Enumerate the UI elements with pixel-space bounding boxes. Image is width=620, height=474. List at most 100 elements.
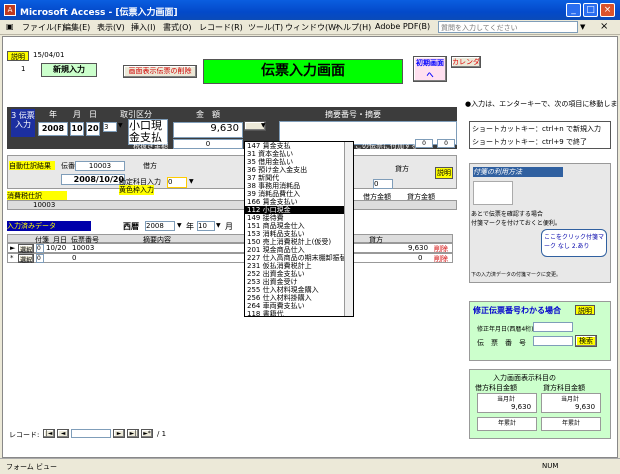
dropdown-item[interactable]: 252 出資金支払い bbox=[245, 270, 353, 278]
dropdown-item[interactable]: 151 商品現金仕入 bbox=[245, 222, 353, 230]
dropdown-item[interactable]: 201 現金商品仕入 bbox=[245, 246, 353, 254]
init-screen-button[interactable]: 初期画面へ bbox=[413, 56, 447, 82]
credit-code-input[interactable]: 0 bbox=[373, 179, 393, 189]
table-row[interactable]: ► 選択 0 10/20 10003 9,630 削除 bbox=[7, 243, 453, 254]
entered-month-select[interactable]: 10 bbox=[197, 221, 215, 231]
month-input[interactable]: 10 bbox=[70, 122, 84, 136]
auto-setsumei-button[interactable]: 説明 bbox=[435, 167, 453, 179]
tag-guide-image bbox=[473, 181, 513, 205]
dropdown-item[interactable]: 147 賃金支払 bbox=[245, 142, 353, 150]
day-input[interactable]: 20 bbox=[86, 122, 100, 136]
fix-no-input[interactable] bbox=[533, 336, 573, 346]
era-label: 西暦 bbox=[123, 222, 139, 231]
row-delete-button[interactable]: 削除 bbox=[434, 254, 448, 264]
tax-value: 0 bbox=[173, 139, 243, 149]
calendar-button[interactable]: カレンダ bbox=[451, 56, 481, 68]
menu-window[interactable]: ウィンドウ(W) bbox=[285, 22, 339, 33]
dropdown-item[interactable]: 255 仕入材料現金購入 bbox=[245, 286, 353, 294]
dropdown-item[interactable]: 166 賃金支払い bbox=[245, 198, 353, 206]
dropdown-item[interactable]: 256 仕入材料掛購入 bbox=[245, 294, 353, 302]
kind-dropdown-icon[interactable]: ▼ bbox=[118, 122, 123, 129]
fix-date-input[interactable] bbox=[533, 322, 573, 332]
enter-key-note: ●入力は、エンターキーで、次の項目に移動します bbox=[465, 100, 617, 108]
mdi-close-icon[interactable]: × bbox=[600, 21, 608, 32]
summary-month-credit: 当月計 bbox=[561, 396, 580, 403]
tag-note-1: あとで伝票を確認する場合 bbox=[471, 211, 543, 218]
row-amount: 9,630 bbox=[408, 244, 429, 252]
tax-journal-value: 10003 bbox=[33, 201, 56, 209]
dropdown-item[interactable]: 38 事務用消耗品 bbox=[245, 182, 353, 190]
year-input[interactable]: 2008 bbox=[38, 122, 68, 136]
doc-icon[interactable]: ▣ bbox=[6, 22, 14, 31]
dropdown-item[interactable]: 253 出資金受け bbox=[245, 278, 353, 286]
dropdown-item[interactable]: 31 資本金払い bbox=[245, 150, 353, 158]
record-next-button[interactable]: ► bbox=[113, 429, 125, 438]
record-of: / 1 bbox=[157, 430, 167, 438]
table-row[interactable]: * 選択 0 0 0 削除 bbox=[7, 253, 453, 264]
debit-dropdown-icon[interactable]: ▼ bbox=[189, 178, 194, 185]
dropdown-item[interactable]: 153 消耗品支払い bbox=[245, 230, 353, 238]
help-dropdown-icon[interactable]: ▼ bbox=[580, 23, 585, 31]
dropdown-scrollbar[interactable] bbox=[344, 142, 353, 316]
menu-help[interactable]: ヘルプ(H) bbox=[335, 22, 371, 33]
conv-value[interactable]: 0 bbox=[415, 139, 433, 148]
dropdown-item[interactable]: 118 書籍代 bbox=[245, 310, 353, 316]
record-last-button[interactable]: ►| bbox=[127, 429, 139, 438]
dropdown-item[interactable]: 35 借用金払い bbox=[245, 158, 353, 166]
menu-view[interactable]: 表示(V) bbox=[97, 22, 125, 33]
dropdown-item[interactable]: 150 売上消費税計上(仮受) bbox=[245, 238, 353, 246]
record-label: レコード: bbox=[9, 431, 40, 439]
row-select-button[interactable]: 選択 bbox=[18, 244, 34, 254]
debit-code-input[interactable]: 0 bbox=[167, 177, 187, 188]
record-new-button[interactable]: ►* bbox=[141, 429, 153, 438]
record-prev-button[interactable]: ◄ bbox=[57, 429, 69, 438]
row-sel-value[interactable]: 0 bbox=[36, 254, 44, 263]
row-sel-value[interactable]: 0 bbox=[36, 244, 44, 253]
tax-journal-title: 消費税仕訳 bbox=[7, 191, 67, 200]
close-button[interactable]: × bbox=[600, 3, 615, 17]
summary-dropdown-list[interactable]: 147 賃金支払 31 資本金払い 35 借用金払い 36 預け金入金支出 37 新聞代… bbox=[244, 141, 354, 317]
record-number-input[interactable] bbox=[71, 429, 111, 438]
delete-shown-slip-button[interactable]: 画面表示伝票の削除 bbox=[123, 65, 197, 78]
help-search-input[interactable]: 質問を入力してください bbox=[438, 21, 578, 33]
menu-edit[interactable]: 編集(E) bbox=[63, 22, 90, 33]
minimize-button[interactable]: _ bbox=[566, 3, 581, 17]
slip-label: 3 伝票入力 bbox=[11, 109, 35, 137]
dropdown-item[interactable]: 112 小口現金 bbox=[245, 206, 353, 214]
entered-year-select[interactable]: 2008 bbox=[145, 221, 175, 231]
dropdown-item[interactable]: 149 接待費 bbox=[245, 214, 353, 222]
dropdown-item[interactable]: 231 仮払消費税計上 bbox=[245, 262, 353, 270]
menu-tools[interactable]: ツール(T) bbox=[248, 22, 283, 33]
dropdown-item[interactable]: 264 車両費支払い bbox=[245, 302, 353, 310]
menu-insert[interactable]: 挿入(I) bbox=[131, 22, 156, 33]
menu-record[interactable]: レコード(R) bbox=[199, 22, 243, 33]
menu-format[interactable]: 書式(O) bbox=[163, 22, 192, 33]
summary-debit-value: 9,630 bbox=[511, 403, 532, 411]
dropdown-item[interactable]: 227 仕入高商品の期末棚卸振替 bbox=[245, 254, 353, 262]
amount-input[interactable]: 9,630 bbox=[173, 122, 243, 138]
window-title: Microsoft Access - [伝票入力画面] bbox=[20, 8, 178, 18]
search-button[interactable]: 検索 bbox=[575, 335, 597, 347]
summary-dropdown-icon[interactable]: ▼ bbox=[261, 122, 266, 129]
status-left: フォーム ビュー bbox=[6, 463, 58, 471]
dropdown-item[interactable]: 36 預け金入金支出 bbox=[245, 166, 353, 174]
maximize-button[interactable]: □ bbox=[583, 3, 598, 17]
fix-setsumei-button[interactable]: 説明 bbox=[575, 305, 595, 315]
shortcut-new: ショートカットキー：ctrl+n で新規入力 bbox=[472, 125, 601, 133]
month-select-icon[interactable]: ▼ bbox=[216, 222, 221, 229]
row-select-button[interactable]: 選択 bbox=[18, 254, 34, 264]
record-number: 1 bbox=[21, 65, 26, 73]
record-first-button[interactable]: |◄ bbox=[43, 429, 55, 438]
dropdown-item[interactable]: 37 新聞代 bbox=[245, 174, 353, 182]
conv-value-2[interactable]: 0 bbox=[437, 139, 455, 148]
tax-credit-label: 貸方金額 bbox=[407, 193, 435, 201]
new-input-button[interactable]: 新規入力 bbox=[41, 63, 97, 77]
setsumei-button[interactable]: 説明 bbox=[7, 51, 29, 61]
year-select-icon[interactable]: ▼ bbox=[177, 222, 182, 229]
tax-debit-label: 借方金額 bbox=[363, 193, 391, 201]
menu-file[interactable]: ファイル(F) bbox=[22, 22, 65, 33]
kind-number-input[interactable]: 3 bbox=[103, 122, 117, 132]
menu-adobe-pdf[interactable]: Adobe PDF(B) bbox=[375, 22, 430, 31]
access-app-icon[interactable]: A bbox=[4, 4, 16, 16]
dropdown-item[interactable]: 39 消耗品費仕入 bbox=[245, 190, 353, 198]
